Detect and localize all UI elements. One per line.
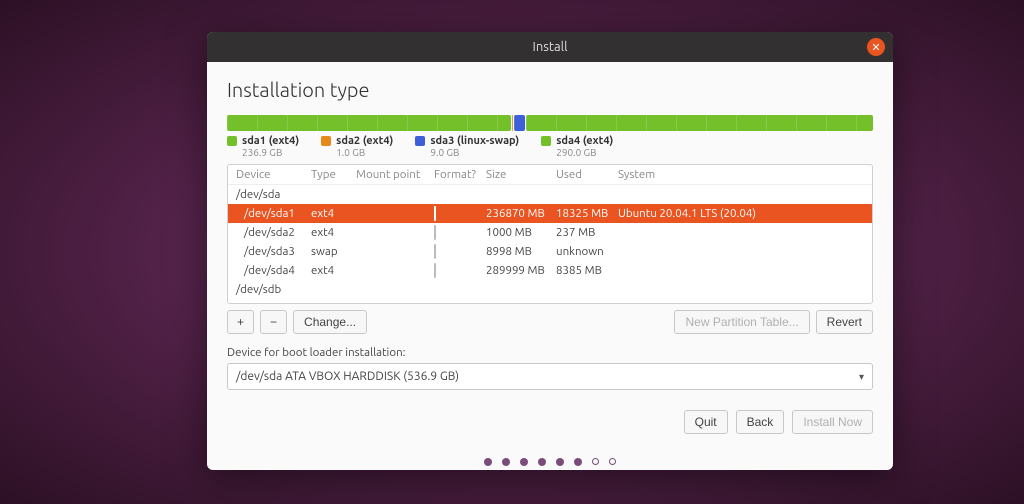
col-format: Format? <box>434 168 486 181</box>
legend-item: sda3 (linux-swap)9.0 GB <box>415 135 519 158</box>
disk-seg-sda3 <box>514 115 525 131</box>
progress-dot <box>609 458 616 465</box>
cell-format <box>434 207 486 220</box>
table-row[interactable]: /dev/sda3swap 8998 MBunknown <box>228 242 872 261</box>
cell-device: /dev/sda1 <box>236 207 311 220</box>
partition-toolbar: + − Change... New Partition Table... Rev… <box>227 310 873 334</box>
bootloader-label: Device for boot loader installation: <box>227 346 873 359</box>
cell-type: ext4 <box>311 264 356 277</box>
disk-legend: sda1 (ext4)236.9 GB sda2 (ext4)1.0 GB sda3… <box>227 135 873 158</box>
legend-label: sda2 (ext4) <box>336 135 393 147</box>
table-row[interactable]: /dev/sda2ext4 1000 MB237 MB <box>228 223 872 242</box>
col-size: Size <box>486 168 556 181</box>
progress-dot <box>592 458 599 465</box>
progress-dot <box>556 458 564 466</box>
page-heading: Installation type <box>227 78 873 101</box>
progress-dot <box>484 458 492 466</box>
format-checkbox[interactable] <box>434 244 436 259</box>
close-icon: ✕ <box>871 41 880 54</box>
titlebar: Install ✕ <box>207 32 893 62</box>
window-title: Install <box>533 40 568 54</box>
col-type: Type <box>311 168 356 181</box>
format-checkbox[interactable] <box>434 263 436 278</box>
cell-size: 8998 MB <box>486 245 556 258</box>
cell-device: /dev/sda3 <box>236 245 311 258</box>
cell-device: /dev/sdb <box>236 283 311 296</box>
cell-format <box>434 226 486 239</box>
format-checkbox[interactable] <box>434 206 436 221</box>
cell-format <box>434 245 486 258</box>
cell-size: 289999 MB <box>486 264 556 277</box>
disk-seg-sda2 <box>512 115 513 131</box>
change-partition-button[interactable]: Change... <box>293 310 367 334</box>
remove-partition-button[interactable]: − <box>260 310 287 334</box>
legend-label: sda3 (linux-swap) <box>430 135 519 147</box>
legend-size: 236.9 GB <box>227 147 299 158</box>
legend-label: sda4 (ext4) <box>556 135 613 147</box>
new-partition-table-button[interactable]: New Partition Table... <box>674 310 809 334</box>
legend-size: 1.0 GB <box>321 147 393 158</box>
legend-size: 9.0 GB <box>415 147 519 158</box>
progress-dot <box>520 458 528 466</box>
col-device: Device <box>236 168 311 181</box>
cell-type: ext4 <box>311 207 356 220</box>
legend-item: sda4 (ext4)290.0 GB <box>541 135 613 158</box>
cell-size: 1000 MB <box>486 226 556 239</box>
cell-used: unknown <box>556 245 618 258</box>
close-button[interactable]: ✕ <box>867 38 885 56</box>
quit-button[interactable]: Quit <box>684 410 728 434</box>
cell-format <box>434 264 486 277</box>
table-row[interactable]: /dev/sda4ext4 289999 MB8385 MB <box>228 261 872 280</box>
legend-item: sda1 (ext4)236.9 GB <box>227 135 299 158</box>
col-used: Used <box>556 168 618 181</box>
legend-swatch <box>541 136 551 146</box>
disk-seg-sda4 <box>526 115 873 131</box>
progress-dot <box>538 458 546 466</box>
cell-size: 236870 MB <box>486 207 556 220</box>
chevron-down-icon: ▾ <box>859 371 864 383</box>
legend-label: sda1 (ext4) <box>242 135 299 147</box>
table-row[interactable]: /dev/sda <box>228 185 872 204</box>
cell-used: 8385 MB <box>556 264 618 277</box>
cell-device: /dev/sda <box>236 188 311 201</box>
progress-dot <box>574 458 582 466</box>
back-button[interactable]: Back <box>736 410 785 434</box>
partition-table: Device Type Mount point Format? Size Use… <box>227 164 873 304</box>
disk-usage-bar <box>227 115 873 131</box>
installer-window: Install ✕ Installation type sda1 (ext4)2… <box>207 32 893 470</box>
cell-type: ext4 <box>311 226 356 239</box>
table-body[interactable]: /dev/sda/dev/sda1ext4236870 MB18325 MBUb… <box>228 185 872 303</box>
col-system: System <box>618 168 864 181</box>
col-mount: Mount point <box>356 168 434 181</box>
bootloader-value: /dev/sda ATA VBOX HARDDISK (536.9 GB) <box>236 370 459 383</box>
table-row[interactable]: /dev/sda1ext4 236870 MB18325 MBUbuntu 20.… <box>228 204 872 223</box>
progress-dots <box>227 458 873 466</box>
legend-swatch <box>415 136 425 146</box>
cell-device: /dev/sda2 <box>236 226 311 239</box>
legend-item: sda2 (ext4)1.0 GB <box>321 135 393 158</box>
format-checkbox[interactable] <box>434 225 436 240</box>
legend-size: 290.0 GB <box>541 147 613 158</box>
bootloader-select[interactable]: /dev/sda ATA VBOX HARDDISK (536.9 GB) ▾ <box>227 363 873 390</box>
cell-type: swap <box>311 245 356 258</box>
install-now-button[interactable]: Install Now <box>792 410 873 434</box>
legend-swatch <box>227 136 237 146</box>
table-header: Device Type Mount point Format? Size Use… <box>228 165 872 185</box>
legend-swatch <box>321 136 331 146</box>
revert-button[interactable]: Revert <box>816 310 873 334</box>
cell-device: /dev/sda4 <box>236 264 311 277</box>
content-area: Installation type sda1 (ext4)236.9 GBsda… <box>207 62 893 470</box>
disk-seg-sda1 <box>227 115 511 131</box>
progress-dot <box>502 458 510 466</box>
add-partition-button[interactable]: + <box>227 310 254 334</box>
cell-used: 18325 MB <box>556 207 618 220</box>
cell-used: 237 MB <box>556 226 618 239</box>
cell-system: Ubuntu 20.04.1 LTS (20.04) <box>618 207 864 220</box>
footer-buttons: Quit Back Install Now <box>227 410 873 434</box>
table-row[interactable]: /dev/sdb <box>228 280 872 299</box>
